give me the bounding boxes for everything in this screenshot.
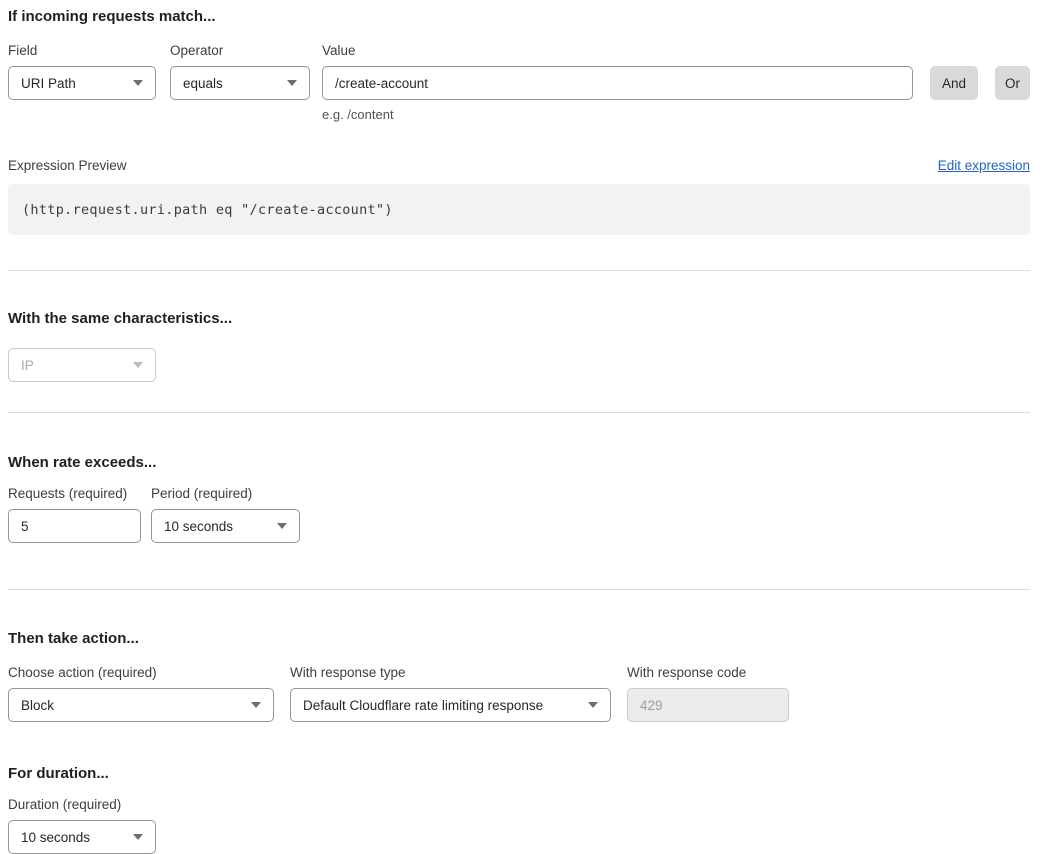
chevron-down-icon bbox=[277, 523, 287, 529]
chevron-down-icon bbox=[133, 362, 143, 368]
edit-expression-link[interactable]: Edit expression bbox=[938, 158, 1030, 173]
response-code-input bbox=[627, 688, 789, 722]
section-divider bbox=[8, 270, 1030, 271]
rate-section-title: When rate exceeds... bbox=[8, 453, 1030, 472]
value-input[interactable] bbox=[322, 66, 913, 100]
action-select-value: Block bbox=[21, 698, 54, 713]
section-divider bbox=[8, 589, 1030, 590]
match-section-title: If incoming requests match... bbox=[8, 7, 1030, 26]
period-select[interactable]: 10 seconds bbox=[151, 509, 300, 543]
value-label: Value bbox=[322, 42, 913, 59]
or-button[interactable]: Or bbox=[995, 66, 1030, 100]
and-button[interactable]: And bbox=[930, 66, 978, 100]
field-select-value: URI Path bbox=[21, 76, 76, 91]
response-code-label: With response code bbox=[627, 664, 789, 681]
expression-text: (http.request.uri.path eq "/create-accou… bbox=[22, 202, 393, 218]
period-select-value: 10 seconds bbox=[164, 519, 233, 534]
operator-select[interactable]: equals bbox=[170, 66, 310, 100]
expression-preview-box: (http.request.uri.path eq "/create-accou… bbox=[8, 184, 1030, 235]
action-section: Then take action... Choose action (requi… bbox=[8, 629, 1030, 722]
chevron-down-icon bbox=[133, 80, 143, 86]
duration-select[interactable]: 10 seconds bbox=[8, 820, 156, 854]
action-select[interactable]: Block bbox=[8, 688, 274, 722]
response-type-select[interactable]: Default Cloudflare rate limiting respons… bbox=[290, 688, 611, 722]
response-type-label: With response type bbox=[290, 664, 611, 681]
characteristic-select: IP bbox=[8, 348, 156, 382]
operator-select-value: equals bbox=[183, 76, 223, 91]
action-section-title: Then take action... bbox=[8, 629, 1030, 648]
requests-input[interactable] bbox=[8, 509, 141, 543]
chevron-down-icon bbox=[133, 834, 143, 840]
rate-limit-rule-form: If incoming requests match... Field URI … bbox=[8, 0, 1030, 854]
duration-label: Duration (required) bbox=[8, 796, 156, 813]
expression-preview-label: Expression Preview bbox=[8, 157, 127, 174]
rate-section: When rate exceeds... Requests (required)… bbox=[8, 453, 1030, 543]
field-label: Field bbox=[8, 42, 156, 59]
response-type-select-value: Default Cloudflare rate limiting respons… bbox=[303, 698, 543, 713]
characteristics-section: With the same characteristics... IP bbox=[8, 309, 1030, 382]
duration-section: For duration... Duration (required) 10 s… bbox=[8, 764, 1030, 854]
duration-section-title: For duration... bbox=[8, 764, 1030, 783]
value-helper-text: e.g. /content bbox=[322, 107, 913, 123]
chevron-down-icon bbox=[287, 80, 297, 86]
chevron-down-icon bbox=[251, 702, 261, 708]
match-section: If incoming requests match... Field URI … bbox=[8, 7, 1030, 235]
choose-action-label: Choose action (required) bbox=[8, 664, 274, 681]
characteristics-section-title: With the same characteristics... bbox=[8, 309, 1030, 328]
operator-label: Operator bbox=[170, 42, 310, 59]
period-label: Period (required) bbox=[151, 485, 300, 502]
characteristic-select-value: IP bbox=[21, 358, 34, 373]
requests-label: Requests (required) bbox=[8, 485, 141, 502]
section-divider bbox=[8, 412, 1030, 413]
field-select[interactable]: URI Path bbox=[8, 66, 156, 100]
chevron-down-icon bbox=[588, 702, 598, 708]
duration-select-value: 10 seconds bbox=[21, 830, 90, 845]
